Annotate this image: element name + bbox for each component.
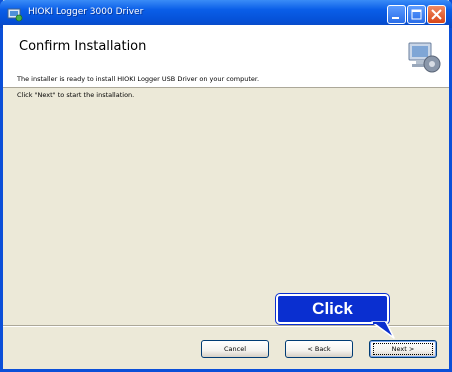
- back-button[interactable]: < Back: [285, 340, 353, 358]
- maximize-button[interactable]: [407, 5, 426, 24]
- cancel-button-label: Cancel: [223, 345, 247, 353]
- minimize-icon: [392, 17, 399, 19]
- instruction-message: Click "Next" to start the installation.: [17, 91, 135, 99]
- close-button[interactable]: [427, 5, 446, 24]
- computer-setup-icon: [408, 42, 441, 73]
- footer-divider: [3, 325, 449, 327]
- maximize-icon: [411, 9, 422, 20]
- back-button-label: < Back: [307, 345, 331, 353]
- window-title: HIOKI Logger 3000 Driver: [28, 7, 144, 17]
- cancel-button[interactable]: Cancel: [201, 340, 269, 358]
- click-callout: Click: [276, 294, 389, 324]
- title-bar[interactable]: HIOKI Logger 3000 Driver: [0, 0, 452, 28]
- installer-icon: [7, 8, 23, 22]
- callout-label: Click: [312, 299, 353, 318]
- ready-message: The installer is ready to install HIOKI …: [17, 75, 260, 83]
- page-title: Confirm Installation: [19, 39, 147, 54]
- next-button[interactable]: Next >: [369, 340, 437, 358]
- minimize-button[interactable]: [387, 5, 406, 24]
- close-icon: [431, 9, 442, 20]
- focus-rectangle: [373, 343, 433, 355]
